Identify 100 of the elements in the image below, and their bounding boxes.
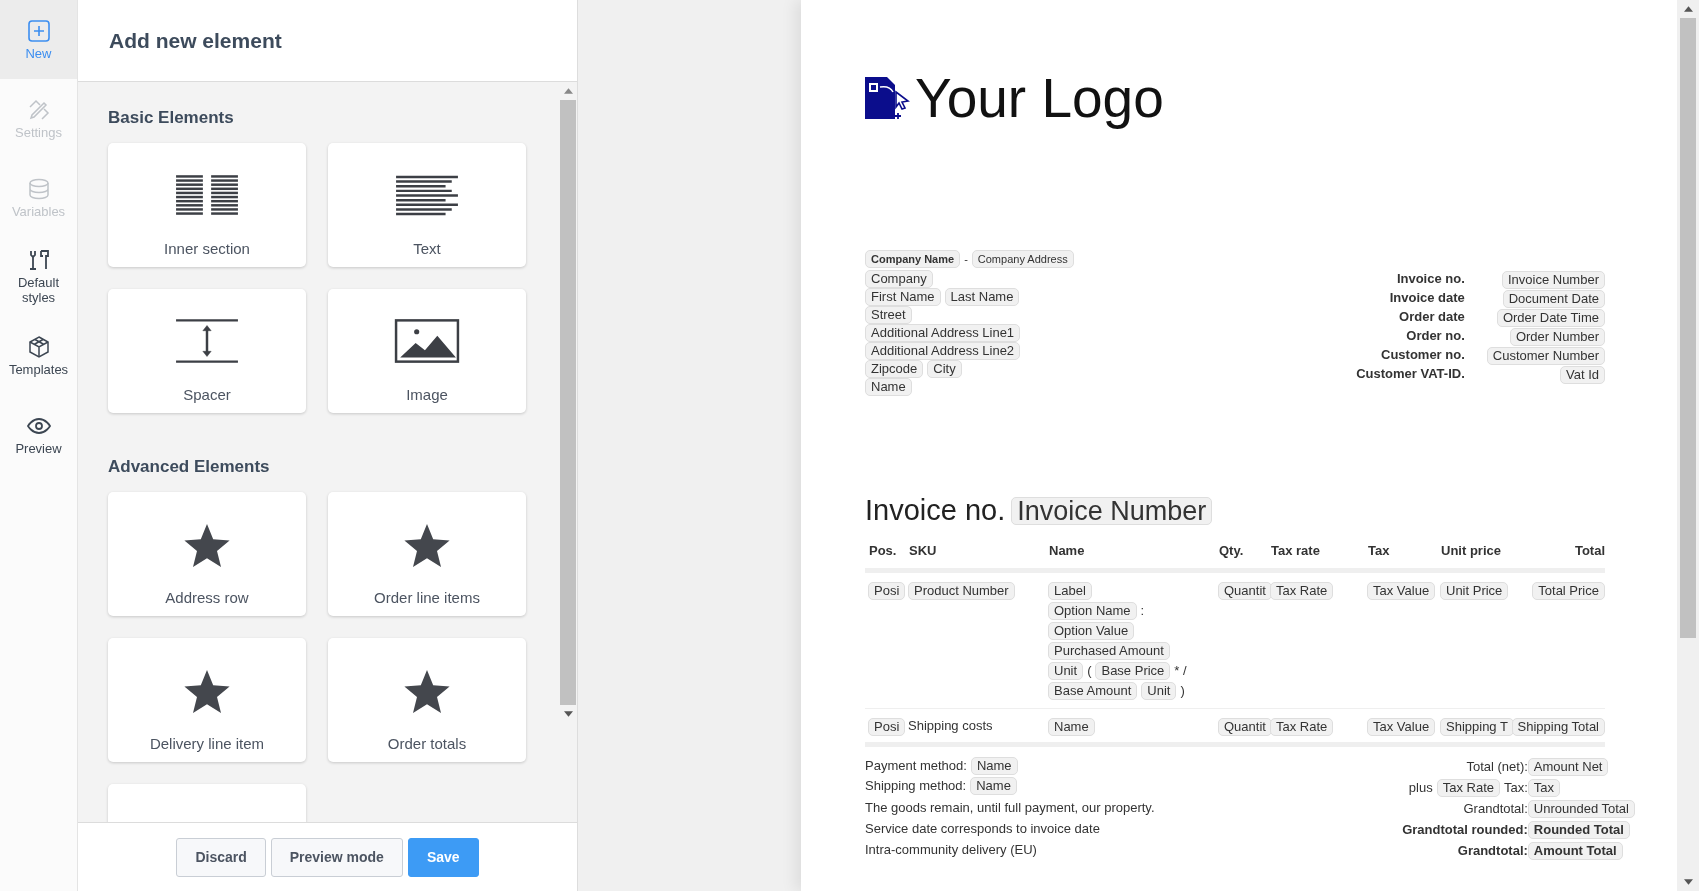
placeholder-chip: Quantit xyxy=(1218,582,1272,600)
section-title: Advanced Elements xyxy=(108,457,271,477)
document-cursor-icon xyxy=(865,77,911,119)
meta-label: Order date xyxy=(1398,308,1465,326)
placeholder-chip: Vat Id xyxy=(1560,366,1605,384)
placeholder-chip: Product Number xyxy=(908,582,1015,600)
element-card[interactable]: Order line items xyxy=(328,492,526,616)
separator-text: - xyxy=(964,252,968,267)
placeholder-chip: Amount Net xyxy=(1527,758,1609,776)
placeholder-chip: Posi xyxy=(868,582,906,600)
total-label: Grandtotal rounded: xyxy=(1402,821,1528,838)
placeholder-chip: Invoice Number xyxy=(1501,271,1605,289)
element-card[interactable]: Inner section xyxy=(108,143,306,267)
placeholder-chip: Street xyxy=(865,306,912,324)
section-title: Basic Elements xyxy=(108,108,235,128)
placeholder-chip: Option Name xyxy=(1048,602,1137,620)
placeholder-chip: Tax Rate xyxy=(1270,582,1334,600)
column-header: Unit price xyxy=(1440,543,1502,558)
note-text: Service date corresponds to invoice date xyxy=(865,821,1101,837)
columns-icon xyxy=(174,172,240,218)
footer-button[interactable]: Preview mode xyxy=(270,837,403,877)
placeholder-chip: Posi xyxy=(868,718,906,736)
placeholder-chip: Additional Address Line1 xyxy=(865,324,1021,342)
invoice-heading: Invoice no. xyxy=(865,494,1006,527)
payment-label: Payment method: xyxy=(865,758,967,774)
placeholder-chip: Base Price xyxy=(1095,662,1171,680)
element-card[interactable]: Spacer xyxy=(108,289,306,413)
placeholder-chip: Order Date Time xyxy=(1496,309,1605,327)
plus-icon xyxy=(26,18,51,43)
total-label: Tax: xyxy=(1504,779,1528,796)
element-card[interactable]: Delivery line item xyxy=(108,638,306,762)
placeholder-chip: Option Value xyxy=(1048,622,1135,640)
placeholder-chip: Quantit xyxy=(1218,718,1272,736)
scroll-up-icon xyxy=(563,88,573,94)
total-label: Grandtotal: xyxy=(1457,842,1528,859)
placeholder-chip: Order Number xyxy=(1509,328,1605,346)
placeholder-chip: Label xyxy=(1048,582,1092,600)
placeholder-chip: Unit xyxy=(1048,662,1084,680)
placeholder-chip: Rounded Total xyxy=(1527,821,1630,839)
total-label: Total (net): xyxy=(1466,758,1528,775)
placeholder-chip: Company xyxy=(865,270,933,288)
placeholder-chip: Name xyxy=(1048,718,1095,736)
total-label: plus xyxy=(1408,779,1433,796)
element-card[interactable]: Text xyxy=(328,143,526,267)
payment-label: Shipping method: xyxy=(865,778,967,794)
placeholder-chip: Shipping T xyxy=(1440,718,1514,736)
placeholder-chip: Tax Value xyxy=(1367,718,1436,736)
element-card[interactable]: Order totals xyxy=(328,638,526,762)
placeholder-chip: Name xyxy=(970,757,1018,775)
image-icon xyxy=(394,318,460,364)
column-header: Tax rate xyxy=(1270,543,1321,558)
note-text: The goods remain, until full payment, our property. xyxy=(865,800,1155,816)
placeholder-chip: Document Date xyxy=(1502,290,1605,308)
placeholder-chip: First Name xyxy=(865,288,941,306)
cell-text: Shipping costs xyxy=(908,718,993,734)
column-header: Qty. xyxy=(1218,543,1245,558)
sidebar-item[interactable]: Default styles xyxy=(0,237,77,316)
placeholder-chip: Name xyxy=(865,378,912,396)
placeholder-chip: Invoice Number xyxy=(1011,496,1213,525)
logo-text: Your Logo xyxy=(915,66,1164,130)
scroll-down-icon xyxy=(563,711,573,717)
placeholder-chip: Customer Number xyxy=(1486,347,1605,365)
cell-text: : xyxy=(1140,603,1145,619)
cell-text: ) xyxy=(1180,683,1185,699)
sidebar-item[interactable]: Preview xyxy=(0,395,77,474)
placeholder-chip: Amount Total xyxy=(1527,842,1623,860)
total-label: Grandtotal: xyxy=(1463,800,1528,817)
placeholder-chip: Shipping Total xyxy=(1511,718,1605,736)
element-card[interactable]: Address row xyxy=(108,492,306,616)
cube-icon xyxy=(26,334,51,359)
element-card[interactable]: Image xyxy=(328,289,526,413)
sidebar-item[interactable]: Templates xyxy=(0,316,77,395)
meta-label: Order no. xyxy=(1405,327,1465,345)
column-header: Tax xyxy=(1367,543,1391,558)
meta-label: Invoice no. xyxy=(1395,270,1465,288)
placeholder-chip: Purchased Amount xyxy=(1048,642,1170,660)
column-header: Name xyxy=(1048,543,1086,558)
meta-label: Customer VAT-ID. xyxy=(1356,365,1465,383)
placeholder-chip: Base Amount xyxy=(1048,682,1138,700)
placeholder-chip: Total Price xyxy=(1532,582,1605,600)
placeholder-chip: Last Name xyxy=(944,288,1020,306)
meta-label: Invoice date xyxy=(1388,289,1465,307)
panel-title: Add new element xyxy=(109,28,282,53)
placeholder-chip: City xyxy=(927,360,962,378)
placeholder-chip: Tax Rate xyxy=(1270,718,1334,736)
placeholder-chip: Tax Rate xyxy=(1436,778,1500,797)
database-icon xyxy=(26,176,51,201)
scroll-up-icon xyxy=(1683,6,1693,12)
placeholder-chip: Company Address xyxy=(971,250,1074,268)
column-header: Total xyxy=(1573,543,1605,558)
note-text: Intra-community delivery (EU) xyxy=(865,842,1038,858)
column-header: SKU xyxy=(908,543,938,558)
placeholder-chip: Company Name xyxy=(865,250,961,268)
placeholder-chip: Tax xyxy=(1527,779,1561,797)
cell-text: * / xyxy=(1174,663,1187,679)
footer-button[interactable]: Discard xyxy=(176,837,266,877)
cell-text: ( xyxy=(1087,663,1092,679)
placeholder-chip: Name xyxy=(970,777,1017,795)
column-header: Pos. xyxy=(868,543,898,558)
meta-label: Customer no. xyxy=(1380,346,1465,364)
